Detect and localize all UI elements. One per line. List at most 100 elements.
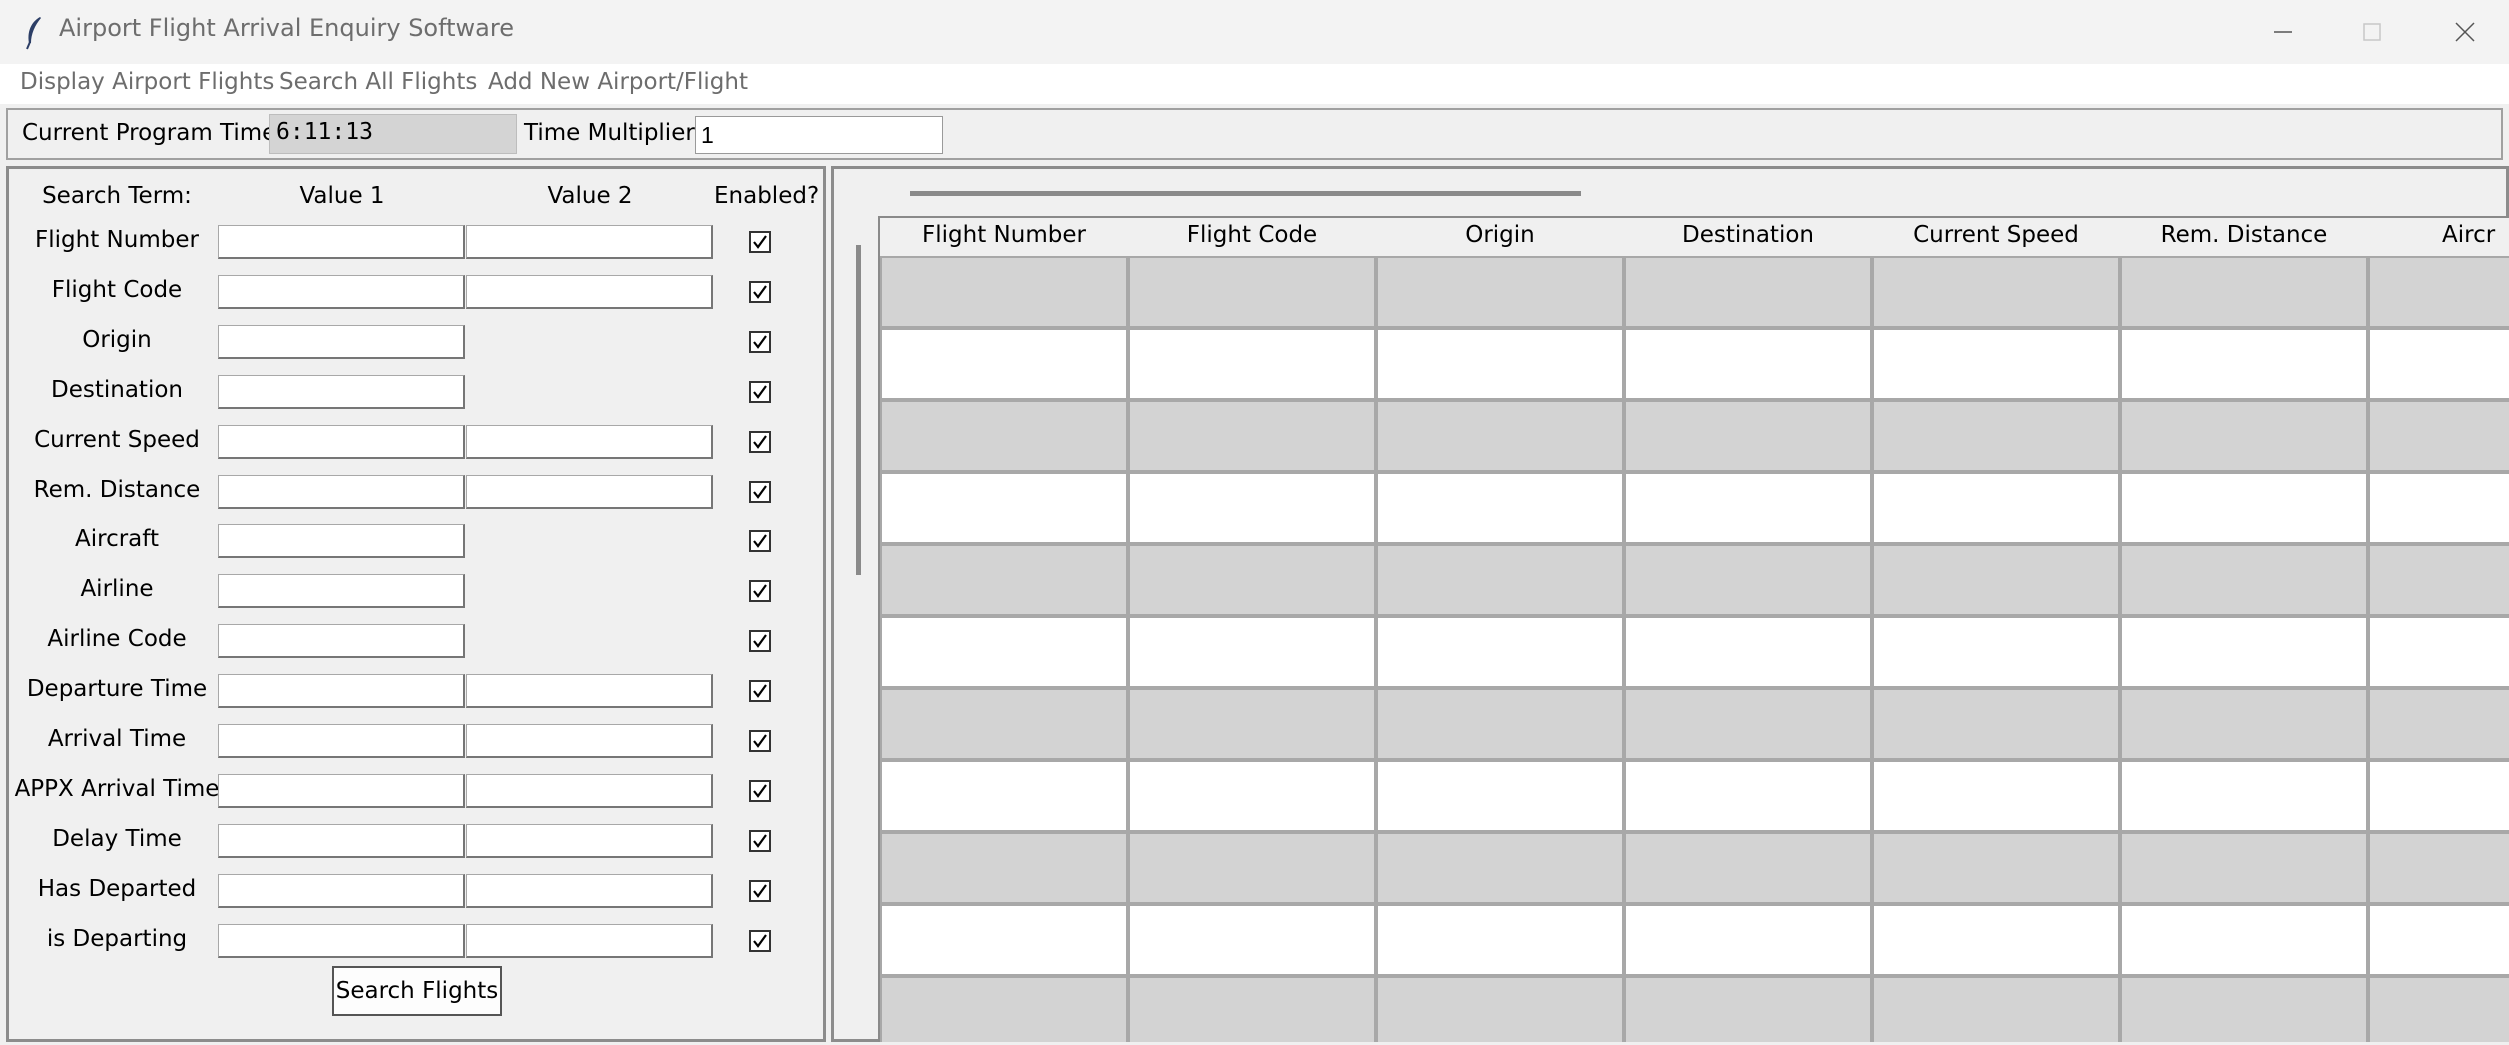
table-cell[interactable] (1872, 832, 2120, 904)
table-cell[interactable] (1376, 544, 1624, 616)
appx-arrival-time-value1-input[interactable] (218, 774, 465, 808)
airline-code-value1-input[interactable] (218, 624, 465, 658)
table-cell[interactable] (2120, 688, 2368, 760)
table-cell[interactable] (2120, 400, 2368, 472)
airline-code-enabled-checkbox[interactable] (749, 630, 771, 652)
table-cell[interactable] (1624, 256, 1872, 328)
table-cell[interactable] (2368, 472, 2509, 544)
appx-arrival-time-enabled-checkbox[interactable] (749, 780, 771, 802)
time-multiplier-input[interactable] (695, 116, 943, 154)
table-cell[interactable] (1624, 328, 1872, 400)
table-cell[interactable] (1128, 904, 1376, 976)
table-cell[interactable] (1128, 544, 1376, 616)
table-cell[interactable] (1872, 472, 2120, 544)
airline-value1-input[interactable] (218, 574, 465, 608)
origin-value1-input[interactable] (218, 325, 465, 359)
table-cell[interactable] (1624, 544, 1872, 616)
table-cell[interactable] (2120, 904, 2368, 976)
table-cell[interactable] (880, 904, 1128, 976)
column-header-current-speed[interactable]: Current Speed (1872, 222, 2120, 262)
table-cell[interactable] (2368, 904, 2509, 976)
table-cell[interactable] (2120, 544, 2368, 616)
table-cell[interactable] (1872, 616, 2120, 688)
menu-add-new-airport-flight[interactable]: Add New Airport/Flight (488, 69, 748, 95)
aircraft-value1-input[interactable] (218, 524, 465, 558)
column-header-flight-number[interactable]: Flight Number (880, 222, 1128, 262)
arrival-time-value1-input[interactable] (218, 724, 465, 758)
table-cell[interactable] (1624, 904, 1872, 976)
has-departed-value2-input[interactable] (466, 874, 713, 908)
table-cell[interactable] (1128, 328, 1376, 400)
column-header-aircr[interactable]: Aircr (2368, 222, 2509, 262)
current-speed-value2-input[interactable] (466, 425, 713, 459)
table-cell[interactable] (2368, 328, 2509, 400)
delay-time-value2-input[interactable] (466, 824, 713, 858)
menu-display-airport-flights[interactable]: Display Airport Flights (20, 69, 274, 95)
table-cell[interactable] (1376, 832, 1624, 904)
aircraft-enabled-checkbox[interactable] (749, 530, 771, 552)
table-cell[interactable] (1376, 760, 1624, 832)
table-cell[interactable] (1624, 760, 1872, 832)
table-cell[interactable] (880, 256, 1128, 328)
table-cell[interactable] (880, 616, 1128, 688)
rem-distance-value1-input[interactable] (218, 475, 465, 509)
close-icon[interactable] (2428, 0, 2502, 64)
horizontal-scrollbar[interactable] (910, 191, 1581, 196)
is-departing-enabled-checkbox[interactable] (749, 930, 771, 952)
table-cell[interactable] (1872, 688, 2120, 760)
airline-enabled-checkbox[interactable] (749, 580, 771, 602)
flight-number-value2-input[interactable] (466, 225, 713, 259)
table-cell[interactable] (1376, 976, 1624, 1042)
table-cell[interactable] (1872, 328, 2120, 400)
flight-number-value1-input[interactable] (218, 225, 465, 259)
departure-time-value1-input[interactable] (218, 674, 465, 708)
vertical-scrollbar[interactable] (856, 245, 861, 575)
minimize-icon[interactable] (2246, 0, 2320, 64)
table-cell[interactable] (2120, 976, 2368, 1042)
is-departing-value2-input[interactable] (466, 924, 713, 958)
destination-value1-input[interactable] (218, 375, 465, 409)
table-cell[interactable] (880, 400, 1128, 472)
table-cell[interactable] (1624, 832, 1872, 904)
table-cell[interactable] (2368, 544, 2509, 616)
table-cell[interactable] (1376, 328, 1624, 400)
table-cell[interactable] (880, 472, 1128, 544)
table-cell[interactable] (2368, 688, 2509, 760)
table-cell[interactable] (1872, 760, 2120, 832)
table-cell[interactable] (1128, 976, 1376, 1042)
column-header-origin[interactable]: Origin (1376, 222, 1624, 262)
table-cell[interactable] (1376, 904, 1624, 976)
table-cell[interactable] (1872, 400, 2120, 472)
table-cell[interactable] (880, 976, 1128, 1042)
table-cell[interactable] (880, 544, 1128, 616)
table-cell[interactable] (2120, 616, 2368, 688)
column-header-destination[interactable]: Destination (1624, 222, 1872, 262)
is-departing-value1-input[interactable] (218, 924, 465, 958)
table-cell[interactable] (1624, 400, 1872, 472)
table-cell[interactable] (1872, 976, 2120, 1042)
table-cell[interactable] (2368, 400, 2509, 472)
table-cell[interactable] (1624, 616, 1872, 688)
table-cell[interactable] (2120, 832, 2368, 904)
table-cell[interactable] (1376, 256, 1624, 328)
table-cell[interactable] (2368, 256, 2509, 328)
table-cell[interactable] (1128, 760, 1376, 832)
table-cell[interactable] (2368, 616, 2509, 688)
table-cell[interactable] (1128, 832, 1376, 904)
table-cell[interactable] (2120, 760, 2368, 832)
column-header-rem-distance[interactable]: Rem. Distance (2120, 222, 2368, 262)
table-cell[interactable] (2368, 832, 2509, 904)
table-cell[interactable] (1376, 472, 1624, 544)
origin-enabled-checkbox[interactable] (749, 331, 771, 353)
current-speed-enabled-checkbox[interactable] (749, 431, 771, 453)
table-cell[interactable] (1128, 400, 1376, 472)
column-header-flight-code[interactable]: Flight Code (1128, 222, 1376, 262)
table-cell[interactable] (880, 760, 1128, 832)
arrival-time-value2-input[interactable] (466, 724, 713, 758)
flight-code-value2-input[interactable] (466, 275, 713, 309)
arrival-time-enabled-checkbox[interactable] (749, 730, 771, 752)
rem-distance-value2-input[interactable] (466, 475, 713, 509)
departure-time-enabled-checkbox[interactable] (749, 680, 771, 702)
table-cell[interactable] (1128, 472, 1376, 544)
rem-distance-enabled-checkbox[interactable] (749, 481, 771, 503)
